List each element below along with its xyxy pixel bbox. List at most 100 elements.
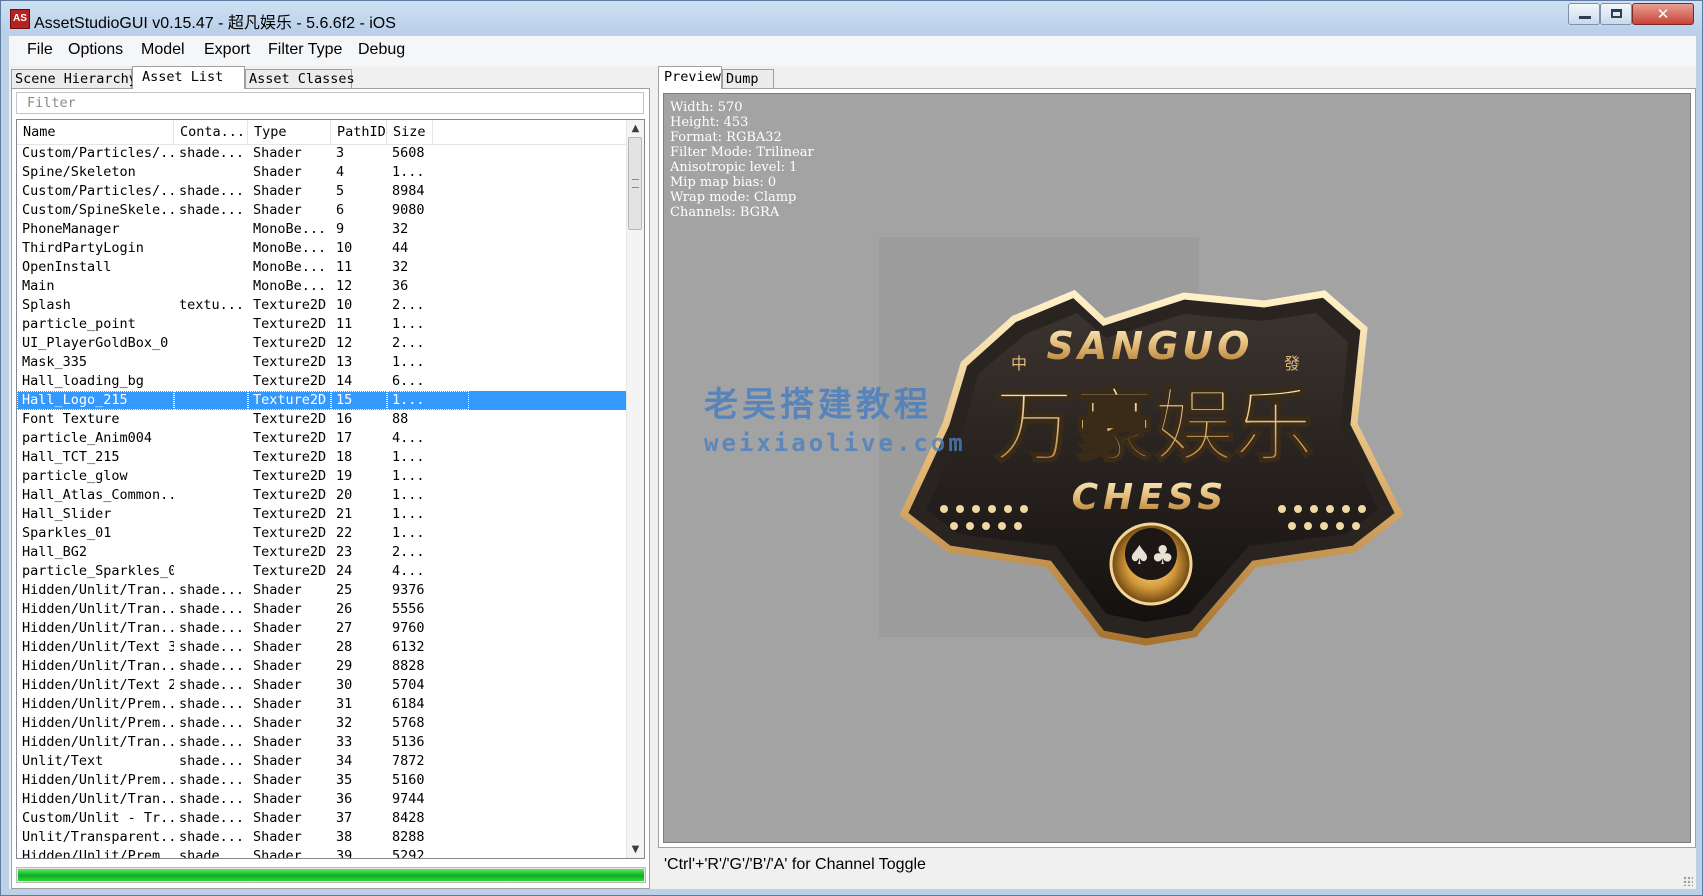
cell-name: ThirdPartyLogin	[22, 240, 144, 256]
table-row[interactable]: Hall_BG2 Texture2D 23 2...	[17, 543, 629, 562]
table-row[interactable]: Sparkles_01 Texture2D 22 1...	[17, 524, 629, 543]
menu-filter-type[interactable]: Filter Type	[268, 41, 342, 59]
cell-type: Texture2D	[253, 430, 327, 446]
minimize-button[interactable]	[1568, 3, 1600, 25]
table-row[interactable]: Hidden/Unlit/Text 3 shade... Shader 28 6132	[17, 638, 629, 657]
close-button[interactable]: ✕	[1632, 3, 1694, 25]
table-row[interactable]: Hall_Atlas_Common... Texture2D 20 1...	[17, 486, 629, 505]
menu-debug[interactable]: Debug	[358, 41, 405, 59]
cell-name: UI_PlayerGoldBox_0	[22, 335, 169, 351]
table-row[interactable]: PhoneManager MonoBe... 9 32	[17, 220, 629, 239]
tab-asset-list[interactable]: Asset List	[132, 66, 245, 89]
scroll-down-icon[interactable]: ▼	[627, 841, 644, 858]
table-row[interactable]: Custom/Unlit - Tr... shade... Shader 37 8428	[17, 809, 629, 828]
cell-container	[174, 467, 248, 486]
table-row[interactable]: Hall_TCT_215 Texture2D 18 1...	[17, 448, 629, 467]
cell-name: Custom/Particles/...	[22, 183, 174, 199]
maximize-button[interactable]	[1600, 3, 1632, 25]
table-row[interactable]: Custom/Particles/... shade... Shader 5 8984	[17, 182, 629, 201]
close-icon: ✕	[1656, 5, 1670, 23]
cell-container	[174, 448, 248, 467]
cell-name: Hall_Slider	[22, 506, 112, 522]
table-row[interactable]: Hidden/Unlit/Tran... shade... Shader 36 9744	[17, 790, 629, 809]
table-row[interactable]: Hidden/Unlit/Tran... shade... Shader 29 8828	[17, 657, 629, 676]
table-row[interactable]: Hidden/Unlit/Prem... shade... Shader 32 5768	[17, 714, 629, 733]
cell-container: shade...	[179, 601, 245, 617]
table-row[interactable]: Hidden/Unlit/Prem... shade... Shader 35 5160	[17, 771, 629, 790]
cell-pathid: 21	[336, 506, 353, 522]
table-row[interactable]: Font Texture Texture2D 16 88	[17, 410, 629, 429]
table-row[interactable]: Custom/Particles/... shade... Shader 3 5608	[17, 144, 629, 163]
column-header-type[interactable]: Type	[248, 120, 331, 144]
table-row[interactable]: particle_glow Texture2D 19 1...	[17, 467, 629, 486]
scroll-thumb[interactable]	[628, 137, 642, 230]
table-row[interactable]: Unlit/Transparent... shade... Shader 38 8288	[17, 828, 629, 847]
column-header-pathid[interactable]: PathID	[331, 120, 387, 144]
resize-grip-icon[interactable]	[1683, 876, 1693, 886]
table-row[interactable]: Hidden/Unlit/Tran... shade... Shader 27 9760	[17, 619, 629, 638]
table-row[interactable]: Hall_Slider Texture2D 21 1...	[17, 505, 629, 524]
cell-name: Unlit/Transparent...	[22, 829, 174, 845]
table-row[interactable]: Hidden/Unlit/Tran... shade... Shader 26 5556	[17, 600, 629, 619]
menu-model[interactable]: Model	[141, 41, 185, 59]
cell-container: shade...	[179, 753, 245, 769]
table-row[interactable]: OpenInstall MonoBe... 11 32	[17, 258, 629, 277]
table-row[interactable]: particle_Anim004 Texture2D 17 4...	[17, 429, 629, 448]
menu-export[interactable]: Export	[204, 41, 250, 59]
table-row[interactable]: Main MonoBe... 12 36	[17, 277, 629, 296]
table-row[interactable]: Hidden/Unlit/Tran... shade... Shader 33 5136	[17, 733, 629, 752]
cell-container: shade...	[179, 715, 245, 731]
table-row[interactable]: Hidden/Unlit/Tran... shade... Shader 25 9376	[17, 581, 629, 600]
table-row[interactable]: Splash textu... Texture2D 10 2...	[17, 296, 629, 315]
asset-list-view[interactable]: Name Conta... Type PathID Size Custom/Pa…	[16, 119, 645, 859]
cell-name: Hidden/Unlit/Prem...	[22, 696, 174, 712]
cell-size: 5768	[392, 715, 425, 731]
cell-pathid: 29	[336, 658, 353, 674]
title-bar[interactable]: AS AssetStudioGUI v0.15.47 - 超凡娱乐 - 5.6.…	[1, 1, 1702, 35]
menu-options[interactable]: Options	[68, 41, 123, 59]
table-row[interactable]: Custom/SpineSkele... shade... Shader 6 9080	[17, 201, 629, 220]
list-scrollbar[interactable]: ▲ ▼	[626, 120, 644, 858]
preview-canvas[interactable]: Width: 570 Height: 453 Format: RGBA32 Filte…	[663, 93, 1691, 843]
cell-size: 1...	[392, 316, 425, 332]
table-row[interactable]: Hall_loading_bg Texture2D 14 6...	[17, 372, 629, 391]
table-row[interactable]: UI_PlayerGoldBox_0 Texture2D 12 2...	[17, 334, 629, 353]
table-row[interactable]: particle_Sparkles_02 Texture2D 24 4...	[17, 562, 629, 581]
cell-name: Hidden/Unlit/Tran...	[22, 734, 174, 750]
table-row[interactable]: Hidden/Unlit/Text 2 shade... Shader 30 5704	[17, 676, 629, 695]
scroll-up-icon[interactable]: ▲	[627, 120, 644, 137]
table-row[interactable]: particle_point Texture2D 11 1...	[17, 315, 629, 334]
table-row[interactable]: Hidden/Unlit/Prem... shade... Shader 39 5292	[17, 847, 629, 858]
tab-dump[interactable]: Dump	[722, 69, 774, 89]
list-header: Name Conta... Type PathID Size	[17, 120, 629, 145]
app-window: AS AssetStudioGUI v0.15.47 - 超凡娱乐 - 5.6.…	[0, 0, 1703, 896]
asset-list-panel: Filter Name Conta... Type PathID Size Cu…	[11, 88, 650, 889]
tab-scene-hierarchy[interactable]: Scene Hierarchy	[11, 69, 137, 89]
cell-container: shade...	[179, 620, 245, 636]
table-row[interactable]: Unlit/Text shade... Shader 34 7872	[17, 752, 629, 771]
tab-asset-classes[interactable]: Asset Classes	[245, 69, 355, 89]
cell-size: 7872	[392, 753, 425, 769]
cell-container: shade...	[179, 791, 245, 807]
table-row[interactable]: Hidden/Unlit/Prem... shade... Shader 31 6184	[17, 695, 629, 714]
column-header-name[interactable]: Name	[17, 120, 174, 144]
table-row[interactable]: Spine/Skeleton Shader 4 1...	[17, 163, 629, 182]
tab-preview[interactable]: Preview	[658, 66, 722, 89]
cell-pathid: 20	[336, 487, 353, 503]
cell-size: 1...	[392, 164, 425, 180]
cell-type: Shader	[253, 582, 302, 598]
cell-name: Hidden/Unlit/Tran...	[22, 582, 174, 598]
cell-pathid: 11	[336, 259, 353, 275]
column-header-size[interactable]: Size	[387, 120, 433, 144]
menu-file[interactable]: File	[27, 41, 53, 59]
cell-name: particle_Anim004	[22, 430, 153, 446]
table-row[interactable]: Mask_335 Texture2D 13 1...	[17, 353, 629, 372]
cell-container	[174, 277, 248, 296]
table-row-selected[interactable]: Hall_Logo_215 Texture2D 15 1...	[17, 391, 629, 410]
cell-pathid: 3	[336, 145, 345, 161]
column-header-container[interactable]: Conta...	[174, 120, 248, 144]
table-row[interactable]: ThirdPartyLogin MonoBe... 10 44	[17, 239, 629, 258]
filter-input[interactable]: Filter	[16, 92, 644, 114]
cell-type: Shader	[253, 164, 302, 180]
client-area: File Options Model Export Filter Type De…	[9, 36, 1696, 889]
